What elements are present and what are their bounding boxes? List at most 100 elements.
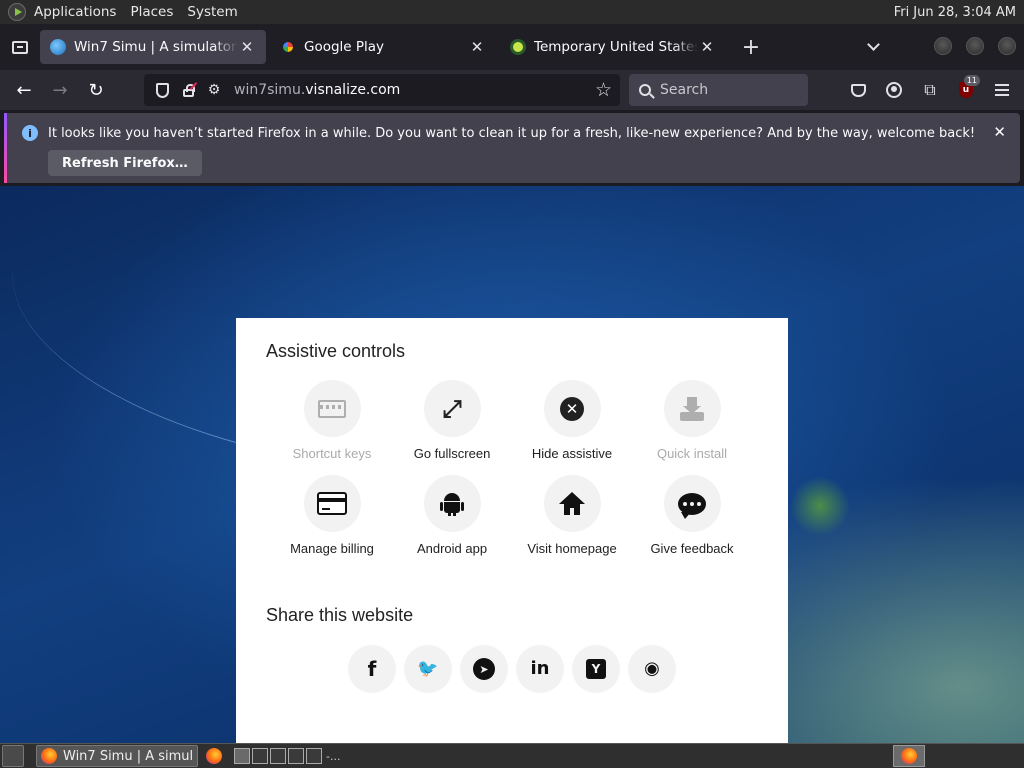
refresh-firefox-button[interactable]: Refresh Firefox… <box>48 150 202 176</box>
control-label: Shortcut keys <box>292 446 372 461</box>
control-label: Android app <box>416 541 488 556</box>
share-twitter-button[interactable]: 🐦 <box>404 645 452 693</box>
list-all-tabs-button[interactable] <box>860 30 886 64</box>
new-tab-button[interactable]: + <box>734 30 768 64</box>
gnome-logo-icon[interactable] <box>8 3 26 21</box>
share-facebook-button[interactable]: f <box>348 645 396 693</box>
search-icon <box>639 84 651 96</box>
share-linkedin-button[interactable]: in <box>516 645 564 693</box>
close-window-button[interactable] <box>998 37 1016 55</box>
google-icon <box>280 39 296 55</box>
workspace-4[interactable] <box>288 748 304 764</box>
share-row: f 🐦 ➤ in Y ◉ <box>348 645 676 693</box>
close-tab-icon[interactable]: ✕ <box>698 38 716 56</box>
tab-google-play[interactable]: Google Play ✕ <box>270 30 496 64</box>
close-tab-icon[interactable]: ✕ <box>468 38 486 56</box>
manage-billing-button[interactable]: Manage billing <box>272 475 392 556</box>
quick-install-button[interactable]: Quick install <box>632 380 752 461</box>
tab-title: Win7 Simu | A simulator of <box>74 39 238 55</box>
taskbar-window-firefox[interactable]: Win7 Simu | A simul… <box>36 745 198 767</box>
weibo-icon: ◉ <box>644 658 660 679</box>
workspace-5[interactable] <box>306 748 322 764</box>
close-circle-icon: ✕ <box>560 396 584 421</box>
workspace-switcher: -... <box>234 748 340 764</box>
chat-icon <box>678 492 706 519</box>
pocket-icon <box>850 83 866 97</box>
applications-menu[interactable]: Applications <box>34 4 116 20</box>
show-desktop-button[interactable] <box>2 745 24 767</box>
ublock-button[interactable]: u 11 <box>948 74 984 106</box>
control-label: Hide assistive <box>531 446 613 461</box>
home-icon <box>559 491 585 516</box>
control-label: Visit homepage <box>527 541 617 556</box>
hamburger-icon <box>995 84 1009 96</box>
notification-message: It looks like you haven’t started Firefo… <box>48 126 976 141</box>
account-icon <box>886 82 902 98</box>
tabs-bar: Win7 Simu | A simulator of ✕ Google Play… <box>0 24 1024 70</box>
hide-assistive-button[interactable]: ✕ Hide assistive <box>512 380 632 461</box>
controls-grid: Shortcut keys ⤢ Go fullscreen ✕ Hide ass… <box>272 380 752 556</box>
tab-title: Google Play <box>304 39 385 55</box>
close-tab-icon[interactable]: ✕ <box>238 38 256 56</box>
assistive-title: Assistive controls <box>266 341 406 361</box>
workspace-1[interactable] <box>234 748 250 764</box>
back-button[interactable]: ← <box>6 74 42 106</box>
url-text[interactable]: win7simu.visnalize.com <box>234 82 400 98</box>
firefox-icon <box>206 748 222 764</box>
url-bar[interactable]: ⚙ win7simu.visnalize.com ☆ <box>144 74 620 106</box>
search-input[interactable]: Search <box>629 74 808 106</box>
places-menu[interactable]: Places <box>130 4 173 20</box>
firefox-launcher[interactable] <box>204 746 224 766</box>
control-label: Go fullscreen <box>413 446 491 461</box>
clock[interactable]: Fri Jun 28, 3:04 AM <box>894 5 1016 20</box>
firefox-icon <box>901 748 917 764</box>
app-menu-button[interactable] <box>984 74 1020 106</box>
go-fullscreen-button[interactable]: ⤢ Go fullscreen <box>392 380 512 461</box>
share-telegram-button[interactable]: ➤ <box>460 645 508 693</box>
shortcut-keys-button[interactable]: Shortcut keys <box>272 380 392 461</box>
chevron-down-icon <box>866 38 880 51</box>
url-domain: visnalize.com <box>305 82 401 98</box>
notification-bar: i It looks like you haven’t started Fire… <box>4 113 1020 183</box>
minimize-button[interactable] <box>934 37 952 55</box>
top-panel: Applications Places System Fri Jun 28, 3… <box>0 0 1024 24</box>
permissions-icon[interactable]: ⚙ <box>204 80 224 100</box>
fullscreen-icon: ⤢ <box>442 394 462 423</box>
visit-homepage-button[interactable]: Visit homepage <box>512 475 632 556</box>
android-app-button[interactable]: Android app <box>392 475 512 556</box>
firefox-view-button[interactable] <box>0 24 40 70</box>
share-weibo-button[interactable]: ◉ <box>628 645 676 693</box>
system-menu[interactable]: System <box>187 4 237 20</box>
tracking-protection-icon[interactable] <box>152 80 172 100</box>
workspace-3[interactable] <box>270 748 286 764</box>
arrow-left-icon: ← <box>16 79 32 101</box>
info-icon: i <box>22 125 38 141</box>
windows-logo-glow <box>790 476 850 536</box>
tab-win7simu[interactable]: Win7 Simu | A simulator of ✕ <box>40 30 266 64</box>
close-icon[interactable]: ✕ <box>993 123 1006 141</box>
ublock-badge: 11 <box>963 75 980 86</box>
reload-button[interactable]: ↻ <box>78 74 114 106</box>
taskbar: Win7 Simu | A simul… -... <box>0 743 1024 768</box>
taskbar-window-label: Win7 Simu | A simul… <box>63 748 193 764</box>
control-label: Quick install <box>656 446 728 461</box>
extensions-button[interactable]: ⧉ <box>912 74 948 106</box>
tab-temp-phone[interactable]: Temporary United States Ph ✕ <box>500 30 726 64</box>
share-title: Share this website <box>266 605 414 625</box>
window-controls <box>934 37 1016 55</box>
firefox-view-icon <box>12 40 28 54</box>
pocket-button[interactable] <box>840 74 876 106</box>
give-feedback-button[interactable]: Give feedback <box>632 475 752 556</box>
forward-button[interactable]: → <box>42 74 78 106</box>
tray-firefox-button[interactable] <box>893 745 925 767</box>
workspace-2[interactable] <box>252 748 268 764</box>
hackernews-icon: Y <box>586 659 606 679</box>
share-hackernews-button[interactable]: Y <box>572 645 620 693</box>
account-button[interactable] <box>876 74 912 106</box>
insecure-lock-icon[interactable] <box>178 80 198 100</box>
maximize-button[interactable] <box>966 37 984 55</box>
telegram-icon: ➤ <box>473 658 495 680</box>
puzzle-icon: ⧉ <box>924 80 936 99</box>
bookmark-star-icon[interactable]: ☆ <box>595 79 612 101</box>
search-placeholder: Search <box>660 82 709 98</box>
